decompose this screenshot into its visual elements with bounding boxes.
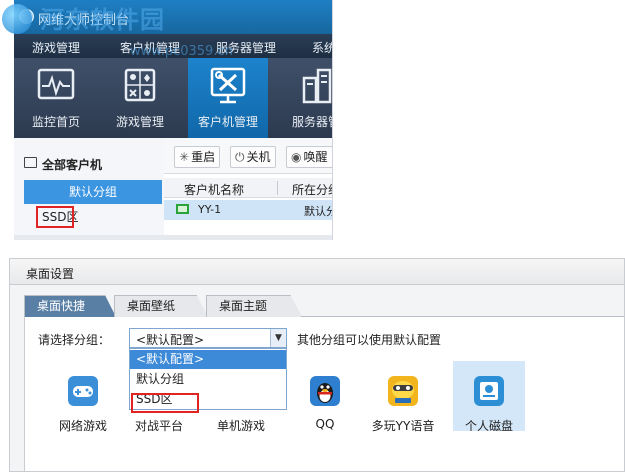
shortcut-personal-disk[interactable]: 个人磁盘	[453, 361, 525, 433]
qq-penguin-icon	[310, 376, 340, 406]
panel-bottom-edge	[14, 235, 332, 240]
shortcut-label: 多玩YY语音	[371, 419, 435, 433]
console-window: 网维大师控制台 游戏管理 客户机管理 服务器管理 系统 监控首页 游	[14, 0, 333, 240]
shortcuts-panel: 请选择分组： <默认配置> ▼ 其他分组可以使用默认配置 <默认配置> 默认分组…	[24, 317, 624, 471]
toolbar-label: 服务器管	[291, 115, 332, 129]
cell-client-name: YY-1	[198, 203, 222, 216]
server-icon	[302, 68, 332, 104]
shortcut-label: 个人磁盘	[464, 419, 513, 433]
tab-strip: 桌面快捷 桌面壁纸 桌面主题	[24, 293, 624, 317]
group-hint-text: 其他分组可以使用默认配置	[297, 333, 442, 347]
shutdown-button[interactable]: ⏻ 关机	[230, 146, 276, 168]
group-select-value: <默认配置>	[136, 333, 205, 347]
tree-root-label: 全部客户机	[42, 158, 103, 172]
shortcut-qq[interactable]: QQ	[289, 361, 361, 431]
cell-client-group: 默认分组	[304, 205, 332, 218]
desktop-settings-title: 桌面设置	[26, 267, 75, 281]
computer-group-icon	[24, 157, 37, 168]
tab-desktop-theme[interactable]: 桌面主题	[206, 295, 302, 317]
tools-monitor-icon	[210, 67, 246, 104]
tab-desktop-shortcuts[interactable]: 桌面快捷	[24, 295, 116, 317]
toolbar-label: 客户机管理	[197, 115, 258, 129]
shortcut-yy-voice[interactable]: 多玩YY语音	[367, 361, 439, 433]
dropdown-option-default-group[interactable]: 默认分组	[130, 370, 286, 389]
main-toolbar: 监控首页 游戏管理 客户机管理 服务器	[14, 58, 332, 138]
wake-label: 唤醒	[303, 150, 328, 164]
column-divider[interactable]	[277, 181, 278, 195]
column-header-name[interactable]: 客户机名称	[184, 181, 244, 198]
column-header-group[interactable]: 所在分组	[292, 181, 332, 198]
wake-button[interactable]: ◉ 唤醒	[286, 146, 332, 168]
shortcut-network-games[interactable]: 网络游戏	[47, 361, 119, 433]
restart-button[interactable]: ✳ 重启	[174, 146, 221, 168]
shortcut-label: 对战平台	[134, 419, 183, 433]
chevron-down-icon[interactable]: ▼	[270, 329, 286, 347]
personal-disk-icon	[474, 376, 504, 406]
toolbar-game-management[interactable]: 游戏管理	[100, 58, 180, 138]
shortcut-label: 单机游戏	[216, 419, 265, 433]
shutdown-label: 关机	[246, 150, 271, 164]
monitor-wave-icon	[37, 68, 75, 100]
menu-item-system[interactable]: 系统	[312, 39, 332, 56]
watermark-text: 河东软件园	[40, 5, 165, 34]
toolbar-monitor-home[interactable]: 监控首页	[16, 58, 96, 138]
tab-desktop-wallpaper[interactable]: 桌面壁纸	[114, 295, 208, 317]
restart-label: 重启	[191, 150, 216, 164]
table-row[interactable]: YY-1 默认分组	[164, 200, 332, 220]
toolbar-client-management[interactable]: 客户机管理	[188, 58, 268, 138]
toolbar-label: 监控首页	[31, 115, 80, 129]
yy-voice-icon	[388, 376, 418, 406]
game-cards-icon	[124, 68, 156, 102]
dropdown-option-default-config[interactable]: <默认配置>	[130, 350, 286, 369]
client-list-panel: ✳重启 ⏻关机 ◉唤醒 客户机名称 所在分组 YY-1 默认分组	[164, 138, 332, 240]
desktop-settings-titlebar: 桌面设置	[10, 259, 624, 285]
power-icon: ⏻	[235, 150, 245, 164]
client-online-icon	[176, 204, 189, 214]
annotation-highlight-box	[131, 393, 199, 413]
restart-icon: ✳	[179, 150, 190, 164]
watermark-logo-icon	[2, 4, 32, 34]
group-select[interactable]: <默认配置> ▼	[129, 328, 287, 348]
desktop-settings-window: 桌面设置 桌面快捷 桌面壁纸 桌面主题 请选择分组： <默认配置> ▼ 其他分组…	[9, 258, 625, 472]
annotation-highlight-box	[36, 206, 74, 228]
shortcut-label: QQ	[315, 417, 335, 431]
shortcut-label: 网络游戏	[58, 419, 107, 433]
table-header: 客户机名称 所在分组	[164, 178, 332, 198]
group-select-label: 请选择分组：	[38, 333, 111, 347]
toolbar-server-management[interactable]: 服务器管	[276, 58, 332, 138]
toolbar-label: 游戏管理	[115, 115, 164, 129]
tree-root[interactable]: 全部客户机	[24, 156, 103, 173]
gamepad-icon	[68, 376, 98, 406]
watermark-url: www.pc0359.cn	[130, 44, 233, 59]
tree-item-default-group[interactable]: 默认分组	[24, 180, 162, 204]
wake-icon: ◉	[291, 150, 302, 164]
action-bar: ✳ 重启 ⏻ 关机 ◉ 唤醒	[164, 138, 332, 174]
menu-item-game-management[interactable]: 游戏管理	[32, 39, 80, 56]
client-tree-panel: 全部客户机 默认分组 SSD区	[14, 138, 164, 240]
